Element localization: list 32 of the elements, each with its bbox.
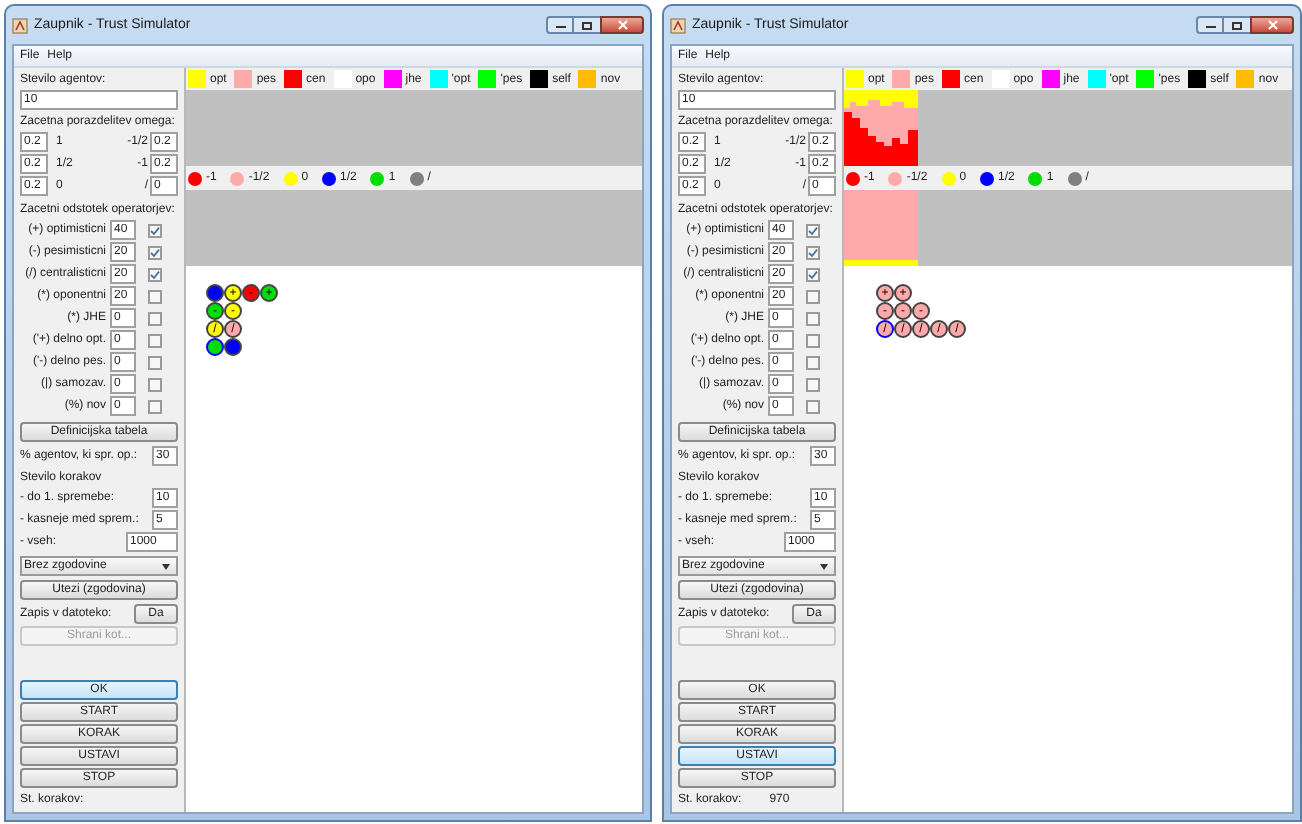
checkbox[interactable] — [148, 289, 162, 303]
checkbox[interactable] — [148, 333, 162, 347]
checkbox[interactable] — [148, 223, 162, 237]
checkbox[interactable] — [806, 355, 820, 369]
checkbox[interactable] — [806, 377, 820, 391]
checkbox[interactable] — [806, 333, 820, 347]
checkbox[interactable] — [806, 223, 820, 237]
checkbox[interactable] — [148, 399, 162, 413]
checkbox[interactable] — [148, 355, 162, 369]
checkbox[interactable] — [148, 267, 162, 281]
checkbox[interactable] — [148, 311, 162, 325]
checkbox[interactable] — [148, 245, 162, 259]
caret-icon — [820, 563, 828, 569]
app-icon — [670, 17, 686, 33]
close-icon — [1267, 20, 1277, 30]
close-icon — [617, 20, 627, 30]
checkbox[interactable] — [806, 289, 820, 303]
checkbox[interactable] — [148, 377, 162, 391]
checkbox[interactable] — [806, 399, 820, 413]
minimize-button[interactable] — [1196, 16, 1224, 34]
checkbox[interactable] — [806, 245, 820, 259]
stacked-area-drawing — [844, 90, 918, 166]
close-button[interactable] — [1250, 16, 1294, 34]
maximize-button[interactable] — [574, 16, 600, 34]
maximize-button[interactable] — [1224, 16, 1250, 34]
checkbox[interactable] — [806, 311, 820, 325]
app-icon — [12, 17, 28, 33]
checkbox[interactable] — [806, 267, 820, 281]
minimize-button[interactable] — [546, 16, 574, 34]
filled-area-drawing — [844, 190, 918, 266]
close-button[interactable] — [600, 16, 644, 34]
caret-icon — [162, 563, 170, 569]
